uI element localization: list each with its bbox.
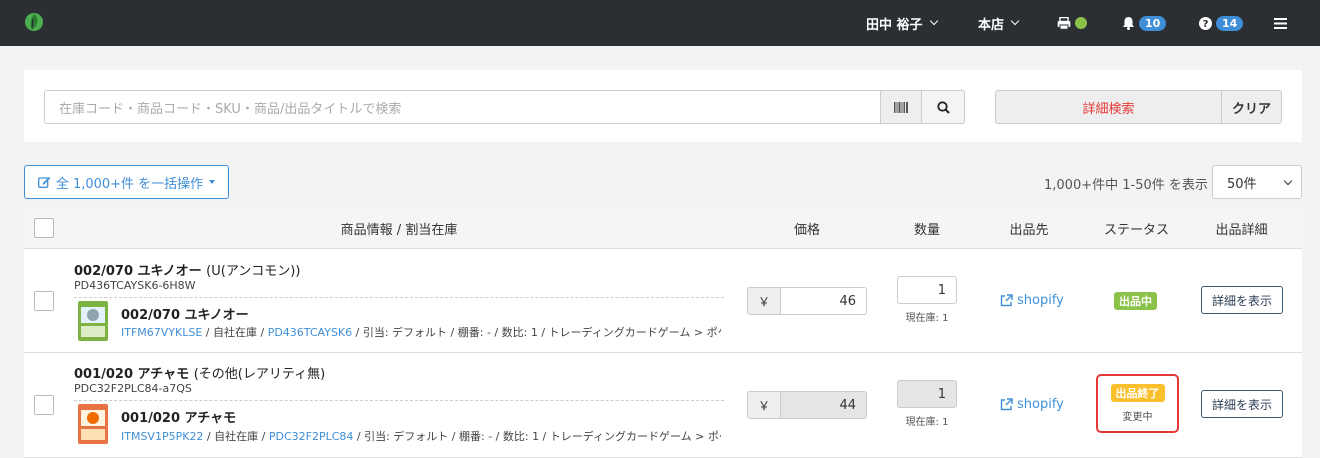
user-name: 田中 裕子: [866, 17, 923, 33]
price-field: ￥ 44: [747, 391, 867, 419]
help-badge: 14: [1216, 15, 1244, 31]
header-status: ステータス: [1103, 222, 1169, 238]
header-price: 価格: [793, 222, 820, 238]
app-logo[interactable]: [24, 11, 44, 33]
product-thumbnail: [78, 301, 108, 341]
current-stock: 現在庫: 1: [905, 313, 949, 324]
table-row: 001/020 アチャモ (その他(レアリティ無) PDC32F2PLC84-a…: [24, 353, 1302, 458]
chevron-down-icon: [1010, 16, 1020, 26]
destination-name: shopify: [1017, 397, 1064, 412]
bell-icon: [1123, 17, 1134, 30]
inventory-details: / 引当: デフォルト / 棚番: - / 数比: 1 / トレーディングカード…: [355, 326, 721, 339]
price-input[interactable]: 44: [781, 391, 867, 419]
inventory-meta: ITMSV1P5PK22 / 自社在庫 / PDC32F2PLC84 / 引当:…: [121, 428, 721, 444]
destination-link[interactable]: shopify: [1000, 397, 1064, 412]
table-row: 002/070 ユキノオー (U(アンコモン)) PD436TCAYSK6-6H…: [24, 249, 1302, 353]
edit-icon: [37, 177, 51, 188]
product-code-link[interactable]: PDC32F2PLC84: [269, 430, 354, 443]
caret-down-icon: [209, 180, 216, 184]
hamburger-menu-button[interactable]: [1274, 0, 1287, 46]
header-product: 商品情報 / 割当在庫: [340, 222, 458, 238]
row-checkbox[interactable]: [34, 291, 54, 311]
price-field: ￥ 46: [747, 287, 867, 315]
item-title: 002/070 ユキノオー (U(アンコモン)): [74, 260, 300, 279]
paging-summary: 1,000+件中 1-50件 を表示: [1044, 178, 1208, 193]
bulk-action-label: 全 1,000+件 を一括操作: [55, 176, 204, 192]
header-detail: 出品詳細: [1215, 222, 1268, 238]
barcode-icon: [894, 101, 908, 113]
currency-addon: ￥: [747, 287, 781, 315]
status-badge: 出品中: [1114, 292, 1157, 310]
search-input[interactable]: 在庫コード・商品コード・SKU・商品/出品タイトルで検索: [44, 90, 881, 124]
product-code-link[interactable]: PD436TCAYSK6: [268, 326, 352, 339]
listing-table: 商品情報 / 割当在庫 価格 数量 出品先 ステータス 出品詳細 002/070…: [24, 207, 1302, 458]
destination-link[interactable]: shopify: [1000, 293, 1064, 308]
notifications-badge: 10: [1139, 15, 1167, 31]
divider: [74, 400, 724, 401]
per-page-value: 50件: [1227, 176, 1257, 192]
inventory-item-name: 002/070 ユキノオー: [121, 308, 249, 323]
row-checkbox[interactable]: [34, 395, 54, 415]
inventory-details: / 引当: デフォルト / 棚番: - / 数比: 1 / トレーディングカード…: [356, 430, 721, 443]
chevron-down-icon: [929, 16, 938, 26]
currency-addon: ￥: [747, 391, 781, 419]
item-sku: PDC32F2PLC84-a7QS: [74, 382, 192, 395]
search-button[interactable]: [921, 90, 965, 124]
item-sku: PD436TCAYSK6-6H8W: [74, 279, 196, 292]
external-link-icon: [1000, 398, 1013, 411]
inventory-warehouse: / 自社在庫 /: [203, 430, 269, 443]
destination-name: shopify: [1017, 293, 1064, 308]
product-thumbnail: [78, 404, 108, 444]
status-changing-note: 変更中: [1122, 412, 1153, 423]
barcode-scan-button[interactable]: [880, 90, 922, 124]
select-all-checkbox[interactable]: [34, 218, 54, 238]
search-panel: 在庫コード・商品コード・SKU・商品/出品タイトルで検索 詳細検索 クリア: [24, 70, 1302, 142]
inventory-code-link[interactable]: ITMSV1P5PK22: [121, 430, 203, 443]
help-button[interactable]: ? 14: [1199, 0, 1244, 46]
header-destination: 出品先: [1009, 222, 1049, 238]
divider: [74, 297, 724, 298]
chevron-down-icon: [1283, 176, 1293, 186]
menu-icon: [1274, 17, 1287, 29]
status-badge: 出品終了: [1110, 384, 1165, 402]
search-icon: [936, 100, 950, 114]
table-header: 商品情報 / 割当在庫 価格 数量 出品先 ステータス 出品詳細: [24, 207, 1302, 249]
item-title-text: 002/070 ユキノオー: [74, 264, 202, 279]
view-detail-button[interactable]: 詳細を表示: [1201, 286, 1283, 314]
item-rarity: (その他(レアリティ無): [193, 367, 326, 382]
per-page-select[interactable]: 50件: [1212, 165, 1302, 199]
question-icon: ?: [1199, 16, 1212, 30]
inventory-code-link[interactable]: ITFM67VYKLSE: [121, 326, 202, 339]
current-stock: 現在庫: 1: [905, 417, 949, 428]
printer-online-indicator: [1075, 17, 1087, 29]
inventory-item-name: 001/020 アチャモ: [121, 411, 237, 426]
printer-icon: [1057, 16, 1071, 30]
store-name: 本店: [978, 17, 1005, 33]
quantity-input[interactable]: 1: [897, 276, 957, 304]
external-link-icon: [1000, 294, 1013, 307]
item-title-text: 001/020 アチャモ: [74, 367, 190, 382]
inventory-meta: ITFM67VYKLSE / 自社在庫 / PD436TCAYSK6 / 引当:…: [121, 324, 721, 340]
price-input[interactable]: 46: [781, 287, 867, 315]
printer-status[interactable]: [1057, 0, 1087, 46]
status-highlight: 出品終了 変更中: [1096, 374, 1179, 433]
user-menu[interactable]: 田中 裕子: [866, 0, 938, 46]
view-detail-button[interactable]: 詳細を表示: [1201, 390, 1283, 418]
inventory-warehouse: / 自社在庫 /: [202, 326, 268, 339]
svg-text:?: ?: [1203, 19, 1209, 30]
top-navbar: 田中 裕子 本店 10 ? 14: [0, 0, 1320, 46]
header-quantity: 数量: [913, 222, 940, 238]
notifications-button[interactable]: 10: [1122, 0, 1167, 46]
item-rarity: (U(アンコモン)): [206, 264, 301, 279]
store-menu[interactable]: 本店: [978, 0, 1020, 46]
quantity-input[interactable]: 1: [897, 380, 957, 408]
bulk-action-button[interactable]: 全 1,000+件 を一括操作: [24, 165, 229, 199]
clear-button[interactable]: クリア: [1221, 90, 1282, 124]
advanced-search-button[interactable]: 詳細検索: [995, 90, 1222, 124]
item-title: 001/020 アチャモ (その他(レアリティ無): [74, 363, 325, 382]
